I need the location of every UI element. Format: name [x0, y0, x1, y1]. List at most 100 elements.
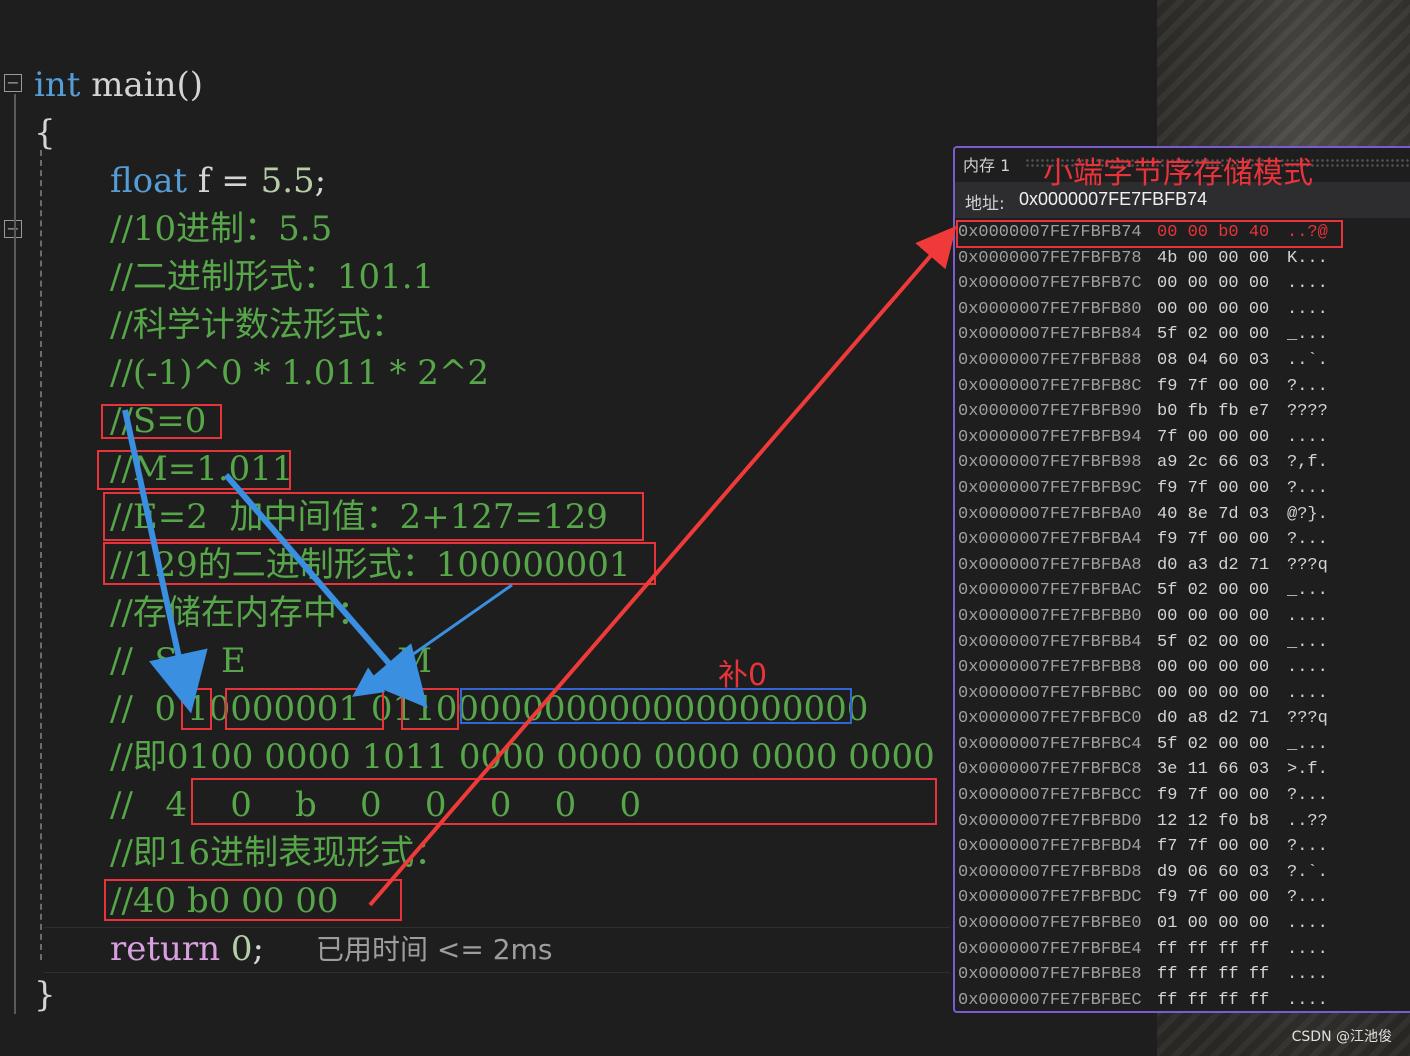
memory-address: 0x0000007FE7FBFBAC: [958, 581, 1142, 601]
memory-row[interactable]: 0x0000007FE7FBFB88 08 04 60 03 ..`.: [955, 348, 1410, 374]
code-token: int: [34, 65, 81, 105]
memory-row[interactable]: 0x0000007FE7FBFBA8 d0 a3 d2 71 ???q: [955, 553, 1410, 579]
code-token: return: [110, 929, 221, 969]
memory-row[interactable]: 0x0000007FE7FBFBE4 ff ff ff ff....: [955, 937, 1410, 963]
memory-bytes: 12 12 f0 b8: [1157, 811, 1270, 831]
memory-address: 0x0000007FE7FBFBC8: [958, 760, 1142, 780]
code-line: {: [34, 110, 56, 156]
memory-ascii: ???q: [1287, 709, 1328, 729]
memory-row[interactable]: 0x0000007FE7FBFB78 4b 00 00 00 K...: [955, 246, 1410, 272]
memory-ascii: ....: [1287, 658, 1328, 678]
memory-ascii: ..??: [1287, 811, 1328, 831]
memory-row[interactable]: 0x0000007FE7FBFBB4 5f 02 00 00 _...: [955, 630, 1410, 656]
memory-row[interactable]: 0x0000007FE7FBFB80 00 00 00 00....: [955, 297, 1410, 323]
code-token: //(-1)^0 * 1.011 * 2^2: [110, 353, 489, 393]
memory-row[interactable]: 0x0000007FE7FBFBD4 f7 7f 00 00?...: [955, 834, 1410, 860]
hex-digits-box: [191, 778, 937, 825]
memory-address: 0x0000007FE7FBFB80: [958, 299, 1142, 319]
code-line: return 0;: [110, 926, 264, 972]
address-label: 地址:: [965, 194, 1005, 214]
memory-row[interactable]: 0x0000007FE7FBFB7C 00 00 00 00....: [955, 271, 1410, 297]
code-line: //即16进制表现形式：: [110, 830, 448, 876]
memory-address: 0x0000007FE7FBFBB8: [958, 658, 1142, 678]
code-token: main(): [80, 65, 204, 105]
memory-bytes: f9 7f 00 00: [1157, 376, 1270, 396]
memory-bytes: 4b 00 00 00: [1157, 248, 1270, 268]
memory-ascii: ?...: [1287, 478, 1328, 498]
memory-bytes: f9 7f 00 00: [1157, 786, 1270, 806]
memory-bytes: 5f 02 00 00: [1157, 632, 1270, 652]
memory-row[interactable]: 0x0000007FE7FBFB98 a9 2c 66 03 ?,f.: [955, 450, 1410, 476]
memory-ascii: _...: [1287, 581, 1328, 601]
memory-ascii: ?...: [1287, 786, 1328, 806]
memory-row[interactable]: 0x0000007FE7FBFBD0 12 12 f0 b8..??: [955, 809, 1410, 835]
memory-address: 0x0000007FE7FBFBE0: [958, 914, 1142, 934]
memory-ascii: _...: [1287, 325, 1328, 345]
memory-address: 0x0000007FE7FBFBDC: [958, 888, 1142, 908]
memory-address: 0x0000007FE7FBFBD4: [958, 837, 1142, 857]
code-token: ;: [314, 161, 327, 201]
memory-row[interactable]: 0x0000007FE7FBFBE8 ff ff ff ff....: [955, 962, 1410, 988]
stored-sign-box: [181, 688, 212, 730]
memory-title: 内存 1: [963, 156, 1011, 175]
collapse-icon[interactable]: −: [4, 74, 22, 92]
memory-bytes: ff ff ff ff: [1157, 990, 1270, 1010]
memory-row[interactable]: 0x0000007FE7FBFBB0 00 00 00 00....: [955, 604, 1410, 630]
memory-ascii: ....: [1287, 914, 1328, 934]
memory-address: 0x0000007FE7FBFBBC: [958, 683, 1142, 703]
memory-row[interactable]: 0x0000007FE7FBFBA0 40 8e 7d 03 @?}.: [955, 502, 1410, 528]
memory-ascii: ..`.: [1287, 350, 1328, 370]
code-line: //二进制形式：101.1: [110, 254, 434, 300]
hex-result-box: [104, 879, 402, 921]
memory-row[interactable]: 0x0000007FE7FBFB84 5f 02 00 00 _...: [955, 322, 1410, 348]
memory-bytes: 00 00 00 00: [1157, 299, 1270, 319]
memory-bytes: 5f 02 00 00: [1157, 734, 1270, 754]
memory-row[interactable]: 0x0000007FE7FBFBBC 00 00 00 00....: [955, 681, 1410, 707]
code-token: //二进制形式：101.1: [110, 257, 435, 297]
memory-row[interactable]: 0x0000007FE7FBFBAC 5f 02 00 00 _...: [955, 578, 1410, 604]
memory-row[interactable]: 0x0000007FE7FBFBC8 3e 11 66 03 >.f.: [955, 757, 1410, 783]
code-line: //即0100 0000 1011 0000 0000 0000 0000 00…: [110, 734, 935, 780]
little-endian-caption: 小端字节序存储模式: [1043, 156, 1313, 191]
memory-row[interactable]: 0x0000007FE7FBFBD8 d9 06 60 03 ?.`.: [955, 860, 1410, 886]
memory-bytes: ff ff ff ff: [1157, 965, 1270, 985]
memory-row[interactable]: 0x0000007FE7FBFB8C f9 7f 00 00?...: [955, 374, 1410, 400]
memory-bytes: ff ff ff ff: [1157, 939, 1270, 959]
memory-row[interactable]: 0x0000007FE7FBFBDC f9 7f 00 00?...: [955, 885, 1410, 911]
code-token: //即16进制表现形式：: [110, 833, 449, 873]
memory-address: 0x0000007FE7FBFB94: [958, 427, 1142, 447]
collapse-icon[interactable]: −: [4, 220, 22, 238]
memory-row[interactable]: 0x0000007FE7FBFBC0 d0 a8 d2 71 ???q: [955, 706, 1410, 732]
memory-row[interactable]: 0x0000007FE7FBFB9C f9 7f 00 00?...: [955, 476, 1410, 502]
memory-ascii: ?...: [1287, 888, 1328, 908]
memory-bytes: 3e 11 66 03: [1157, 760, 1270, 780]
memory-row[interactable]: 0x0000007FE7FBFBA4 f9 7f 00 00?...: [955, 527, 1410, 553]
memory-address: 0x0000007FE7FBFBA0: [958, 504, 1142, 524]
memory-row[interactable]: 0x0000007FE7FBFBC4 5f 02 00 00 _...: [955, 732, 1410, 758]
stored-mantissa-box: [401, 688, 459, 730]
memory-row[interactable]: 0x0000007FE7FBFBE0 01 00 00 00....: [955, 911, 1410, 937]
code-line: //(-1)^0 * 1.011 * 2^2: [110, 350, 489, 396]
fill-zero-note: 补0: [718, 658, 768, 693]
indent-guide: [40, 150, 42, 960]
memory-row[interactable]: 0x0000007FE7FBFBB8 00 00 00 00....: [955, 655, 1410, 681]
memory-row[interactable]: 0x0000007FE7FBFBEC ff ff ff ff....: [955, 988, 1410, 1011]
memory-bytes: 00 00 00 00: [1157, 683, 1270, 703]
memory-bytes: 5f 02 00 00: [1157, 325, 1270, 345]
memory-row[interactable]: 0x0000007FE7FBFBCC f9 7f 00 00?...: [955, 783, 1410, 809]
memory-row[interactable]: 0x0000007FE7FBFB94 7f 00 00 00....: [955, 425, 1410, 451]
memory-address: 0x0000007FE7FBFB78: [958, 248, 1142, 268]
code-token: {: [34, 113, 56, 153]
code-line: }: [34, 972, 56, 1018]
memory-row[interactable]: 0x0000007FE7FBFB90 b0 fb fb e7????: [955, 399, 1410, 425]
memory-ascii: ....: [1287, 427, 1328, 447]
address-input[interactable]: 0x0000007FE7FBFB74: [1019, 189, 1207, 210]
memory-address: 0x0000007FE7FBFBA4: [958, 530, 1142, 550]
memory-ascii: K...: [1287, 248, 1328, 268]
code-token: }: [34, 975, 56, 1015]
memory-bytes: 00 00 00 00: [1157, 606, 1270, 626]
code-editor[interactable]: − − int main() {float f = 5.5; //10进制：5.5 /…: [0, 0, 950, 1056]
memory-window[interactable]: 内存 1 地址: 0x0000007FE7FBFB74 0x0000007FE7…: [953, 146, 1410, 1013]
code-token: //即0100 0000 1011 0000 0000 0000 0000 00…: [110, 737, 935, 777]
